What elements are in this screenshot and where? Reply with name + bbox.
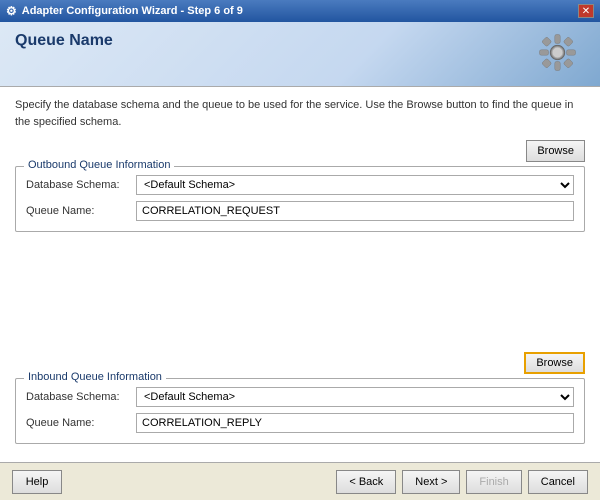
description-text: Specify the database schema and the queu… [15,97,585,130]
footer-right: < Back Next > Finish Cancel [336,470,588,494]
inbound-queue-name-input[interactable] [136,413,574,433]
close-button[interactable]: ✕ [578,4,594,18]
title-bar-title: ⚙ Adapter Configuration Wizard - Step 6 … [6,4,243,18]
outbound-browse-button[interactable]: Browse [526,140,585,162]
help-button[interactable]: Help [12,470,62,494]
page-title: Queue Name [15,32,113,50]
inbound-queue-section: Inbound Queue Information Database Schem… [15,378,585,444]
wizard-icon: ⚙ [6,4,17,18]
cancel-button[interactable]: Cancel [528,470,588,494]
inbound-legend: Inbound Queue Information [24,371,166,383]
outbound-legend: Outbound Queue Information [24,159,174,171]
inbound-queue-name-label: Queue Name: [26,417,136,429]
inbound-db-schema-select[interactable]: <Default Schema> [136,387,574,407]
content-area: Specify the database schema and the queu… [0,87,600,462]
spacer [15,240,585,352]
outbound-queue-section: Outbound Queue Information Database Sche… [15,166,585,232]
inbound-db-schema-row: Database Schema: <Default Schema> [26,387,574,407]
finish-button[interactable]: Finish [466,470,521,494]
outbound-db-schema-select[interactable]: <Default Schema> [136,175,574,195]
outbound-queue-name-row: Queue Name: [26,201,574,221]
inbound-browse-button[interactable]: Browse [524,352,585,374]
gear-icon [535,30,585,80]
next-button[interactable]: Next > [402,470,460,494]
outbound-db-schema-label: Database Schema: [26,179,136,191]
outbound-queue-name-input[interactable] [136,201,574,221]
outbound-db-schema-row: Database Schema: <Default Schema> [26,175,574,195]
footer: Help < Back Next > Finish Cancel [0,462,600,500]
inbound-db-schema-label: Database Schema: [26,391,136,403]
outbound-queue-name-label: Queue Name: [26,205,136,217]
main-window: Queue Name Specify the [0,22,600,500]
inbound-queue-name-row: Queue Name: [26,413,574,433]
header-banner: Queue Name [0,22,600,87]
back-button[interactable]: < Back [336,470,396,494]
footer-left: Help [12,470,62,494]
title-bar: ⚙ Adapter Configuration Wizard - Step 6 … [0,0,600,22]
